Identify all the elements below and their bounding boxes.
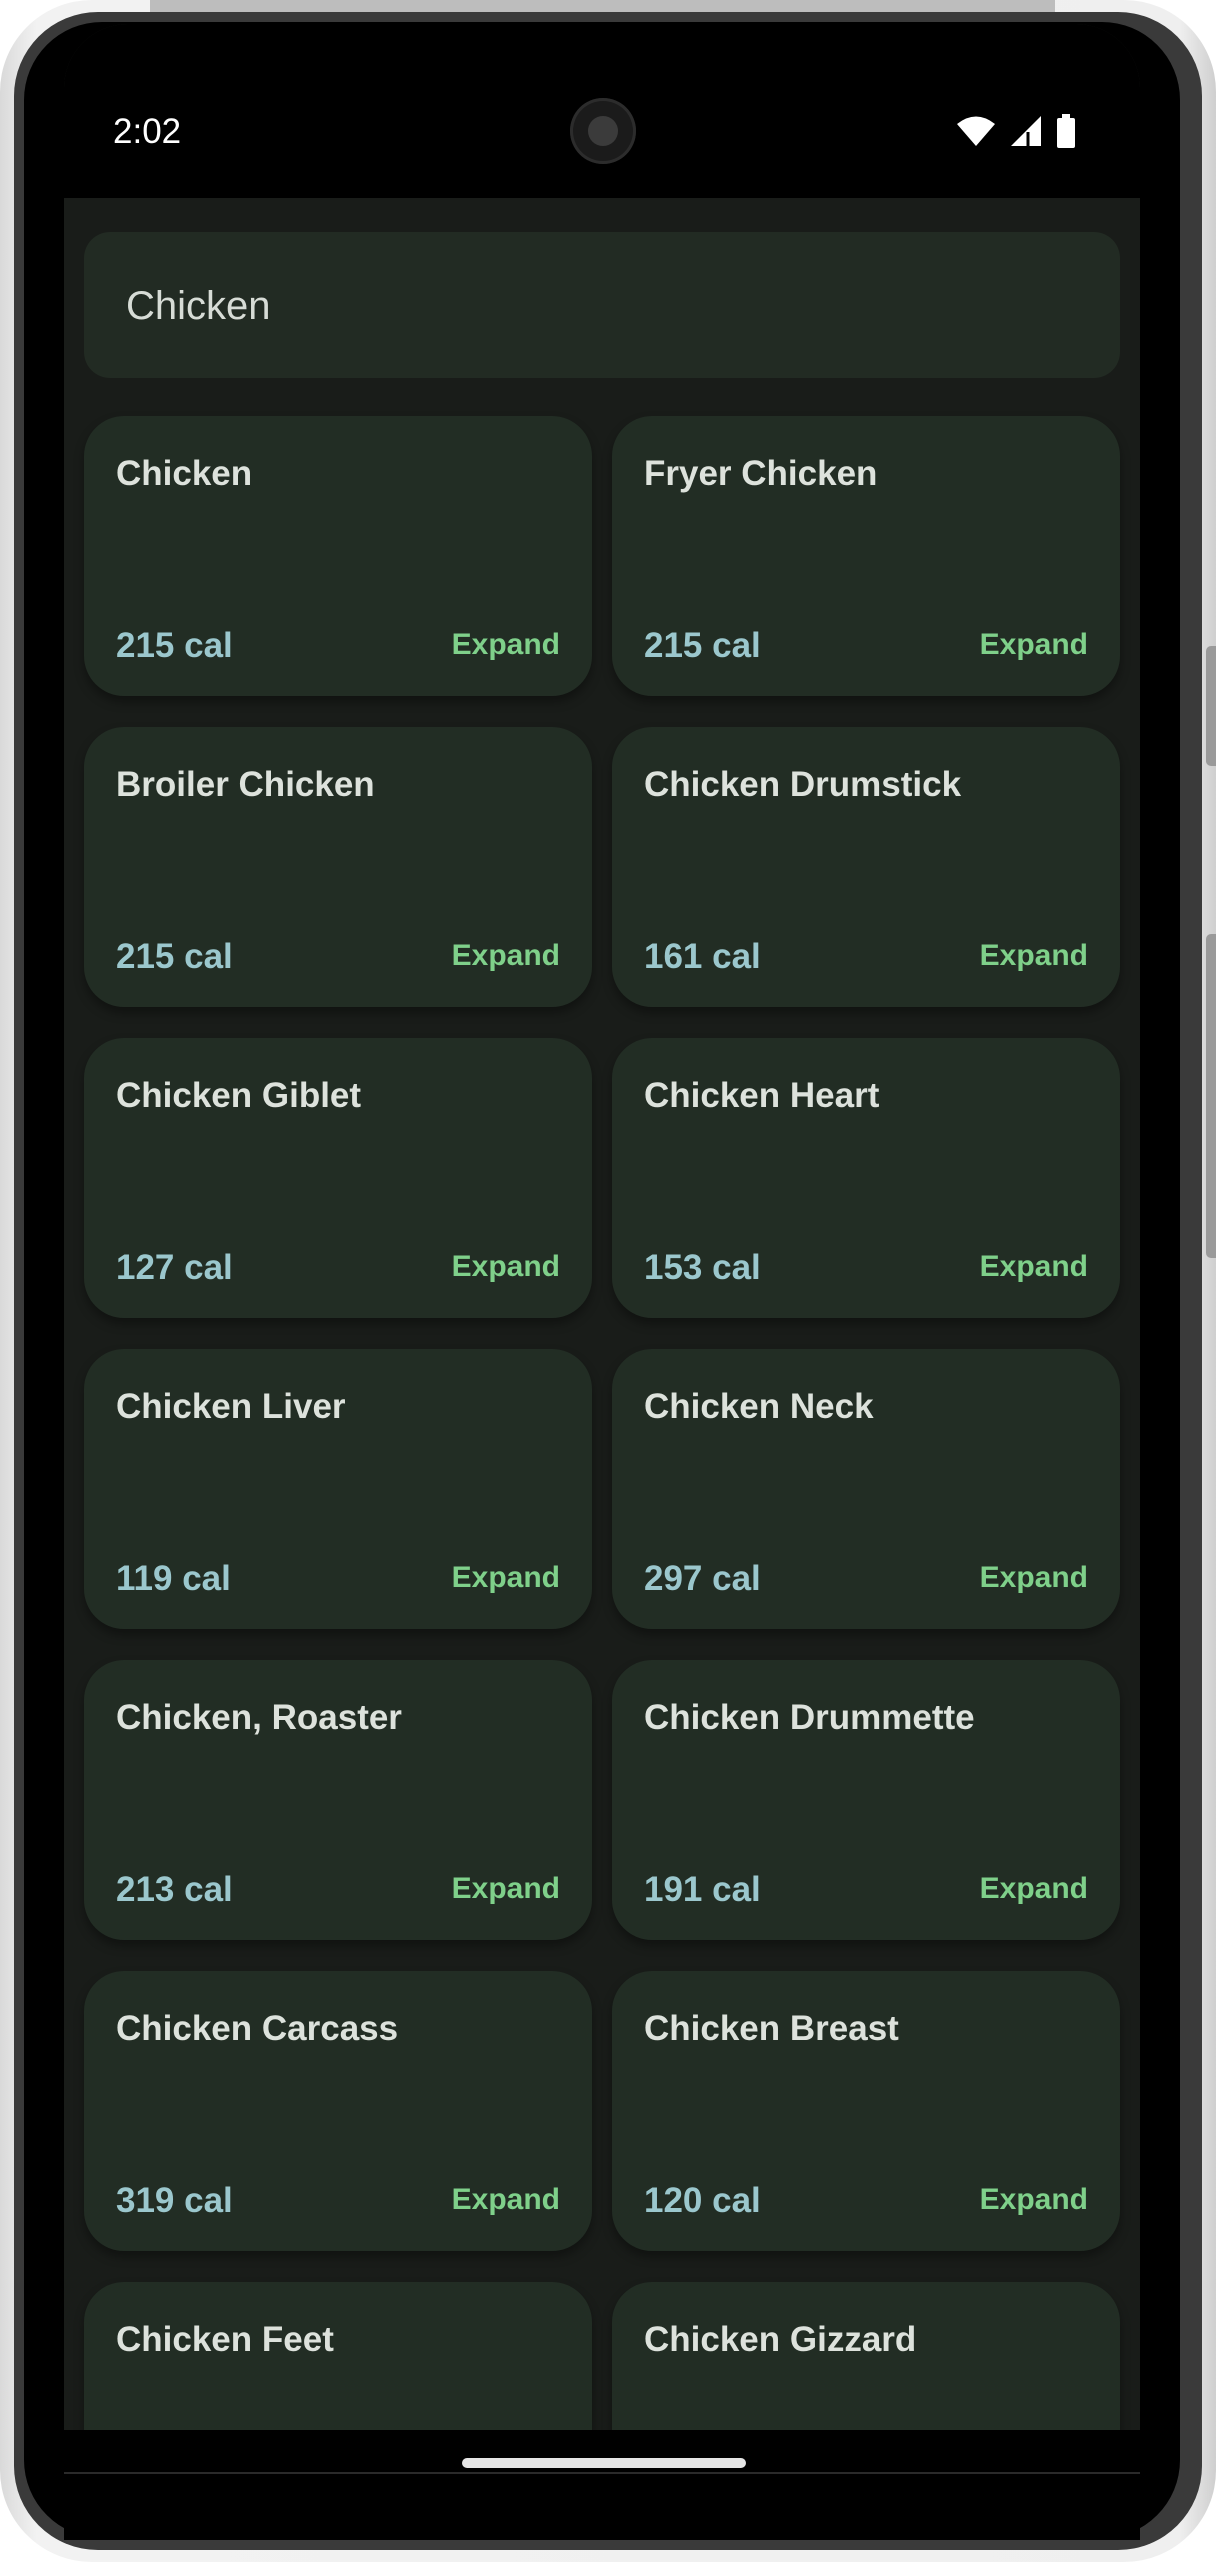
expand-button[interactable]: Expand: [452, 1250, 560, 1284]
food-card-chicken-feet[interactable]: Chicken Feet: [84, 2282, 592, 2430]
food-name: Chicken Neck: [644, 1387, 874, 1426]
volume-button: [1206, 646, 1216, 766]
food-card-chicken-gizzard[interactable]: Chicken Gizzard: [612, 2282, 1120, 2430]
food-name: Chicken Feet: [116, 2320, 334, 2359]
gesture-nav-bar: [64, 2430, 1140, 2472]
food-calories: 215 cal: [116, 937, 233, 976]
food-name: Fryer Chicken: [644, 454, 878, 493]
food-card-chicken[interactable]: Chicken 215 cal Expand: [84, 416, 592, 696]
expand-button[interactable]: Expand: [980, 939, 1088, 973]
food-calories: 120 cal: [644, 2181, 761, 2220]
status-bar: 2:02: [64, 24, 1140, 198]
food-card-broiler-chicken[interactable]: Broiler Chicken 215 cal Expand: [84, 727, 592, 1007]
battery-icon: [1057, 114, 1075, 148]
food-calories: 161 cal: [644, 937, 761, 976]
cellular-signal-icon: [1011, 116, 1041, 146]
food-name: Chicken: [116, 454, 253, 493]
food-name: Chicken Liver: [116, 1387, 346, 1426]
food-name: Broiler Chicken: [116, 765, 375, 804]
food-calories: 153 cal: [644, 1248, 761, 1287]
food-card-chicken-giblet[interactable]: Chicken Giblet 127 cal Expand: [84, 1038, 592, 1318]
expand-button[interactable]: Expand: [452, 2183, 560, 2217]
food-card-fryer-chicken[interactable]: Fryer Chicken 215 cal Expand: [612, 416, 1120, 696]
food-name: Chicken Giblet: [116, 1076, 362, 1115]
search-input[interactable]: Chicken: [84, 232, 1120, 378]
food-results-screen: Chicken Chicken 215 cal Expand Fryer Chi…: [64, 198, 1140, 2430]
front-camera: [570, 98, 636, 164]
food-card-chicken-liver[interactable]: Chicken Liver 119 cal Expand: [84, 1349, 592, 1629]
food-name: Chicken, Roaster: [116, 1698, 402, 1737]
food-calories: 319 cal: [116, 2181, 233, 2220]
food-card-chicken-drummette[interactable]: Chicken Drummette 191 cal Expand: [612, 1660, 1120, 1940]
food-calories: 297 cal: [644, 1559, 761, 1598]
expand-button[interactable]: Expand: [452, 628, 560, 662]
device-bottom-bezel: [64, 2472, 1140, 2540]
food-calories: 119 cal: [116, 1559, 231, 1598]
expand-button[interactable]: Expand: [980, 1872, 1088, 1906]
status-icons: [956, 114, 1076, 148]
status-time: 2:02: [113, 112, 182, 151]
phone-screen: 2:02 Chicken Chicken 215 cal Expand Frye…: [64, 24, 1140, 2472]
power-button: [1206, 934, 1216, 1258]
search-input-value: Chicken: [126, 284, 271, 328]
food-name: Chicken Drumstick: [644, 765, 962, 804]
food-calories: 213 cal: [116, 1870, 233, 1909]
expand-button[interactable]: Expand: [980, 1250, 1088, 1284]
home-gesture-handle[interactable]: [462, 2458, 746, 2468]
food-calories: 215 cal: [116, 626, 233, 665]
food-name: Chicken Breast: [644, 2009, 899, 2048]
food-card-chicken-breast[interactable]: Chicken Breast 120 cal Expand: [612, 1971, 1120, 2251]
food-calories: 191 cal: [644, 1870, 761, 1909]
food-calories: 215 cal: [644, 626, 761, 665]
food-card-chicken-heart[interactable]: Chicken Heart 153 cal Expand: [612, 1038, 1120, 1318]
food-name: Chicken Carcass: [116, 2009, 399, 2048]
expand-button[interactable]: Expand: [452, 939, 560, 973]
food-card-chicken-neck[interactable]: Chicken Neck 297 cal Expand: [612, 1349, 1120, 1629]
food-card-chicken-carcass[interactable]: Chicken Carcass 319 cal Expand: [84, 1971, 592, 2251]
expand-button[interactable]: Expand: [452, 1561, 560, 1595]
wifi-icon: [957, 116, 995, 146]
expand-button[interactable]: Expand: [980, 628, 1088, 662]
expand-button[interactable]: Expand: [980, 1561, 1088, 1595]
food-card-chicken-roaster[interactable]: Chicken, Roaster 213 cal Expand: [84, 1660, 592, 1940]
expand-button[interactable]: Expand: [452, 1872, 560, 1906]
food-calories: 127 cal: [116, 1248, 233, 1287]
food-name: Chicken Drummette: [644, 1698, 975, 1737]
expand-button[interactable]: Expand: [980, 2183, 1088, 2217]
food-card-chicken-drumstick[interactable]: Chicken Drumstick 161 cal Expand: [612, 727, 1120, 1007]
food-name: Chicken Heart: [644, 1076, 880, 1115]
food-name: Chicken Gizzard: [644, 2320, 917, 2359]
